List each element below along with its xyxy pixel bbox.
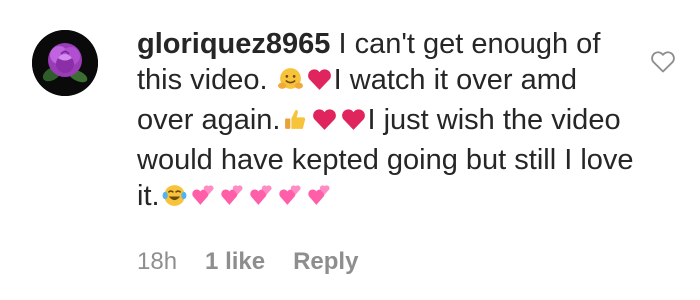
rose-avatar-icon	[32, 30, 98, 96]
comment-meta: 18h 1 like Reply	[137, 248, 358, 276]
likes-count-button[interactable]: 1 like	[205, 248, 265, 276]
comment-timestamp: 18h	[137, 248, 178, 275]
hugging-face-emoji-icon	[277, 66, 304, 102]
username-link[interactable]: gloriquez8965	[137, 28, 330, 60]
heart-with-ribbon-emoji-icon	[306, 182, 333, 218]
red-heart-emoji-icon	[306, 66, 333, 102]
heart-with-ribbon-emoji-icon	[277, 182, 304, 218]
thumbs-up-emoji-icon	[282, 106, 309, 142]
avatar[interactable]	[32, 30, 98, 96]
heart-with-ribbon-emoji-icon	[190, 182, 217, 218]
reply-button[interactable]: Reply	[293, 248, 358, 276]
comment-body: gloriquez8965 I can't get enough of this…	[137, 26, 637, 218]
comment-item: gloriquez8965 I can't get enough of this…	[0, 0, 700, 300]
red-heart-emoji-icon	[340, 106, 367, 142]
like-heart-icon[interactable]	[650, 50, 676, 74]
red-heart-emoji-icon	[311, 106, 338, 142]
heart-with-ribbon-emoji-icon	[248, 182, 275, 218]
heart-with-ribbon-emoji-icon	[219, 182, 246, 218]
tears-of-joy-emoji-icon	[161, 182, 188, 218]
